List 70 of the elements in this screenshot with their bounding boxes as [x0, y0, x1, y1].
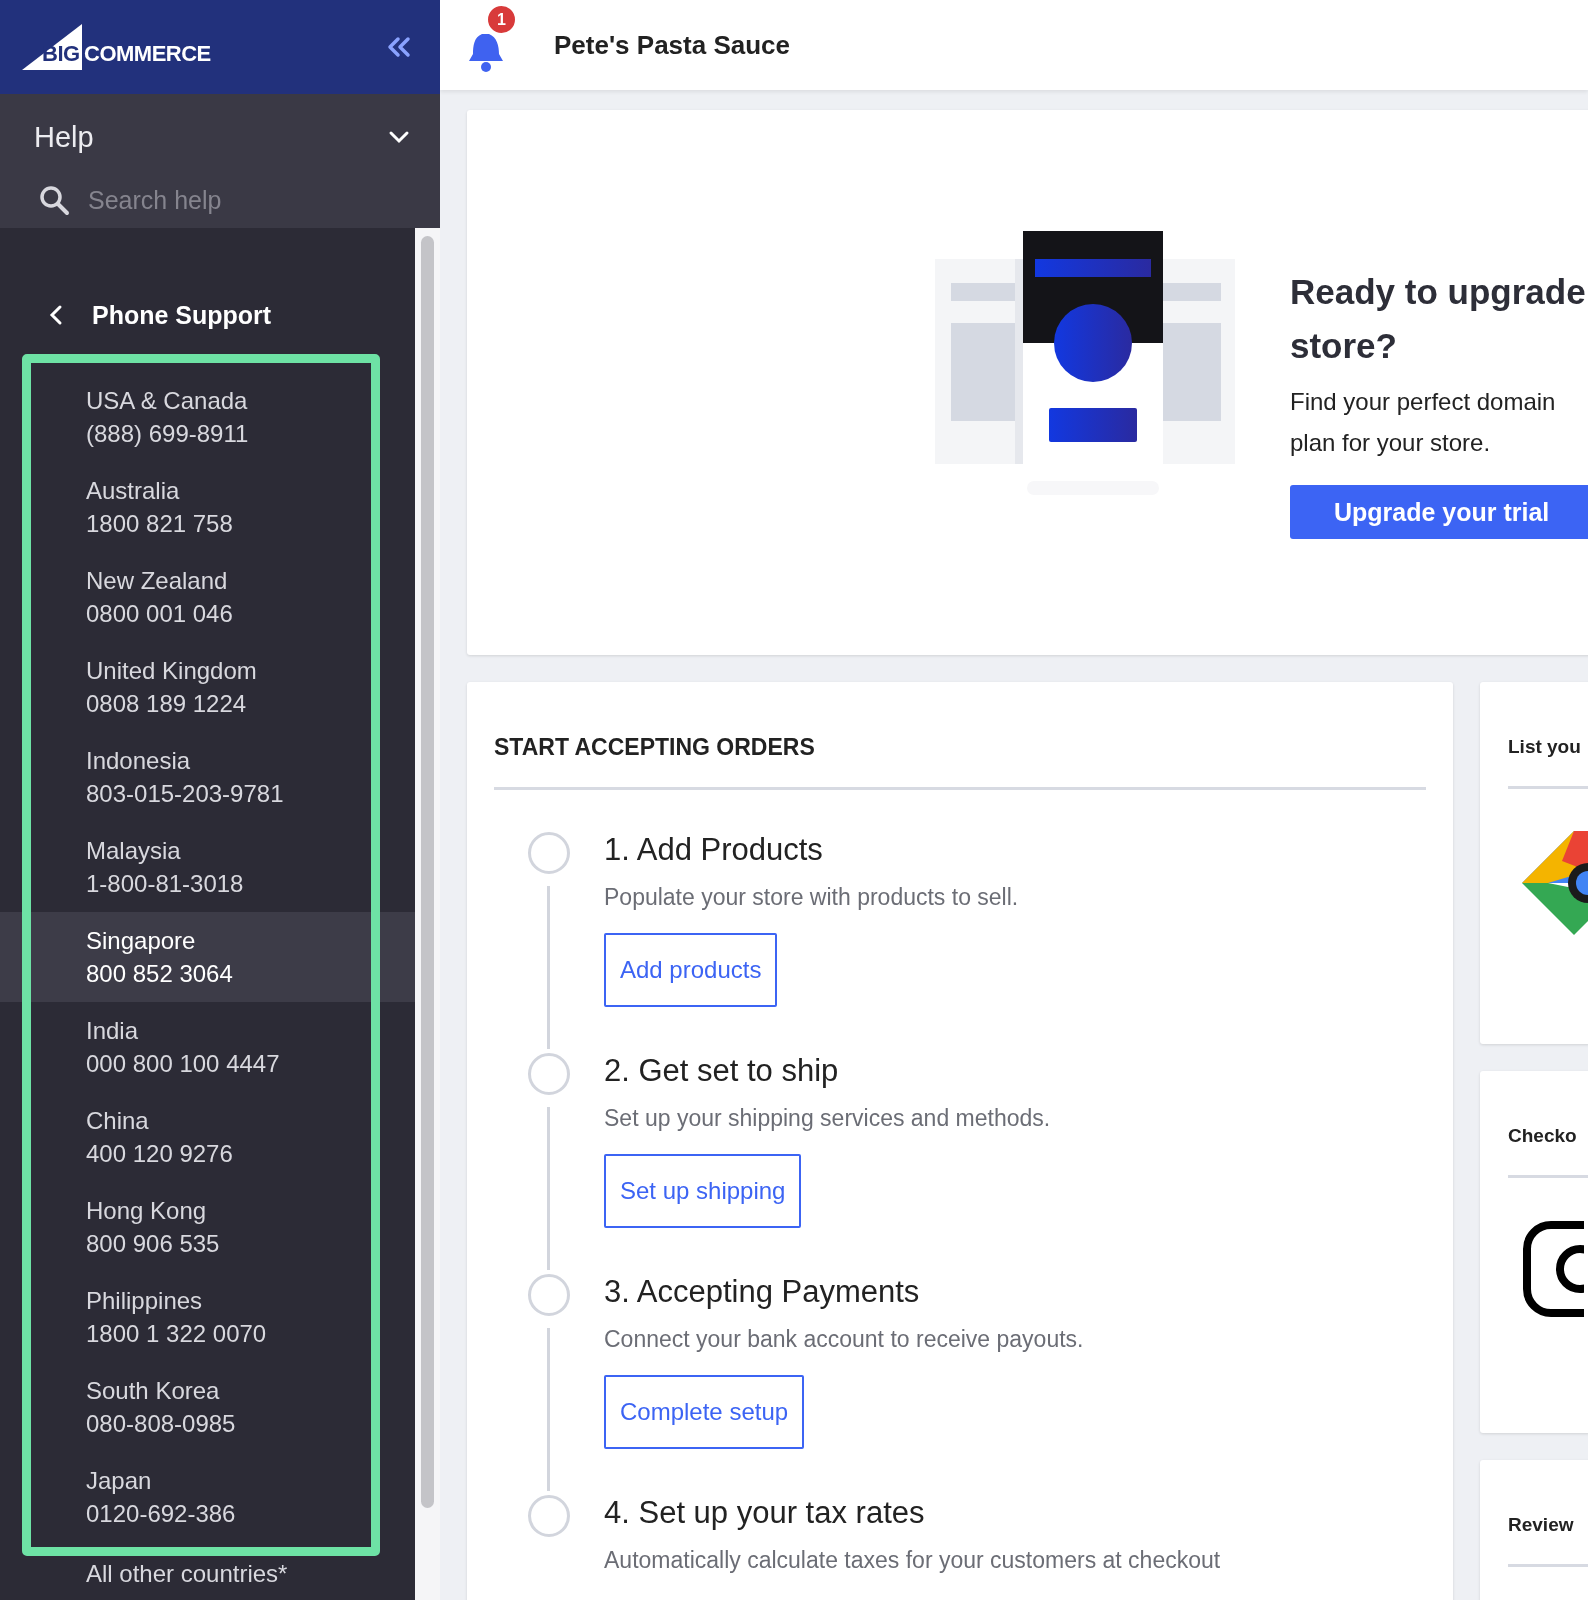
step-description: Populate your store with products to sell.	[604, 884, 1019, 911]
step-description: Connect your bank account to receive payouts.	[604, 1326, 1084, 1353]
phone-item[interactable]: Philippines 1800 1 322 0070	[0, 1272, 415, 1362]
step-button[interactable]: Add products	[604, 933, 778, 1007]
search-field[interactable]: Search help	[88, 185, 388, 215]
country-name: South Korea	[86, 1376, 221, 1406]
country-name: Japan	[86, 1466, 153, 1496]
section-heading: START ACCEPTING ORDERS	[494, 734, 1426, 790]
country-name: Malaysia	[86, 836, 182, 866]
phone-item[interactable]: South Korea 080-808-0985	[0, 1362, 415, 1452]
phone-item[interactable]: Indonesia 803-015-203-9781	[0, 732, 415, 822]
country-name: China	[86, 1106, 150, 1136]
phone-item[interactable]: United Kingdom 0808 189 1224	[0, 642, 415, 732]
other-countries-link[interactable]: All other countries*	[0, 1556, 415, 1592]
country-name: USA & Canada	[86, 386, 249, 416]
phone-number: 800 906 535	[86, 1229, 221, 1259]
country-name: United Kingdom	[86, 656, 258, 686]
country-name: Philippines	[86, 1286, 204, 1316]
step-button[interactable]: Set up shipping	[604, 1154, 802, 1228]
notification-count: 1	[488, 6, 515, 33]
card-title: Ready to upgrade store?	[1290, 271, 1587, 367]
step-description: Set up your shipping services and methods.	[604, 1105, 1051, 1132]
phone-item[interactable]: Australia 1800 821 758	[0, 462, 415, 552]
country-name: Australia	[86, 476, 181, 506]
card-title: List you	[1508, 736, 1582, 758]
phone-item[interactable]: Singapore 800 852 3064	[0, 912, 415, 1002]
chevron-icon[interactable]	[388, 130, 410, 144]
phone-number: 000 800 100 4447	[86, 1049, 281, 1079]
phone-number: 0808 189 1224	[86, 689, 248, 719]
step-description: Automatically calculate taxes for your customers at checkout	[604, 1547, 1221, 1574]
chevron-left-icon	[48, 304, 64, 326]
phone-number: 0120-692-386	[86, 1499, 237, 1529]
phone-item[interactable]: Malaysia 1-800-81-3018	[0, 822, 415, 912]
phone-item[interactable]: Japan 0120-692-386	[0, 1452, 415, 1542]
google-diamond-icon	[1522, 831, 1588, 935]
country-name: India	[86, 1016, 140, 1046]
country-name: Hong Kong	[86, 1196, 208, 1226]
phone-number: 0800 001 046	[86, 599, 234, 629]
logo-text: COMMERCE	[84, 41, 211, 67]
phone-number: 080-808-0985	[86, 1409, 237, 1439]
step-title: 2. Get set to ship	[604, 1052, 840, 1090]
logo-triangle-icon	[22, 24, 82, 70]
upgrade-button[interactable]: Upgrade your trial	[1290, 485, 1588, 539]
card-title: Review	[1508, 1514, 1575, 1536]
back-link[interactable]: Phone Support	[0, 290, 415, 340]
step-title: 1. Add Products	[604, 831, 824, 869]
phone-number: 1800 1 322 0070	[86, 1319, 268, 1349]
step-title: 4. Set up your tax rates	[604, 1494, 926, 1532]
phone-item[interactable]: Hong Kong 800 906 535	[0, 1182, 415, 1272]
phone-item[interactable]: China 400 120 9276	[0, 1092, 415, 1182]
phone-number: 800 852 3064	[86, 959, 234, 989]
phone-number: 803-015-203-9781	[86, 779, 285, 809]
step-title: 3. Accepting Payments	[604, 1273, 921, 1311]
search-icon	[38, 184, 70, 216]
country-name: Indonesia	[86, 746, 192, 776]
phone-number: 1-800-81-3018	[86, 869, 245, 899]
store-name: Pete's Pasta Sauce	[554, 29, 790, 61]
country-name: Singapore	[86, 926, 197, 956]
phone-item[interactable]: New Zealand 0800 001 046	[0, 552, 415, 642]
card-title: Checko	[1508, 1125, 1578, 1147]
step-button[interactable]: Complete setup	[604, 1375, 805, 1449]
phone-item[interactable]: USA & Canada (888) 699-8911	[0, 372, 415, 462]
instagram-icon	[1522, 1220, 1584, 1318]
phone-number: (888) 699-8911	[86, 419, 250, 449]
card-description: Find your perfect domain plan for your store.	[1290, 387, 1557, 458]
phone-item[interactable]: India 000 800 100 4447	[0, 1002, 415, 1092]
country-name: New Zealand	[86, 566, 229, 596]
phone-number: 1800 821 758	[86, 509, 234, 539]
phone-number: 400 120 9276	[86, 1139, 234, 1169]
help-title: Help	[34, 120, 94, 154]
